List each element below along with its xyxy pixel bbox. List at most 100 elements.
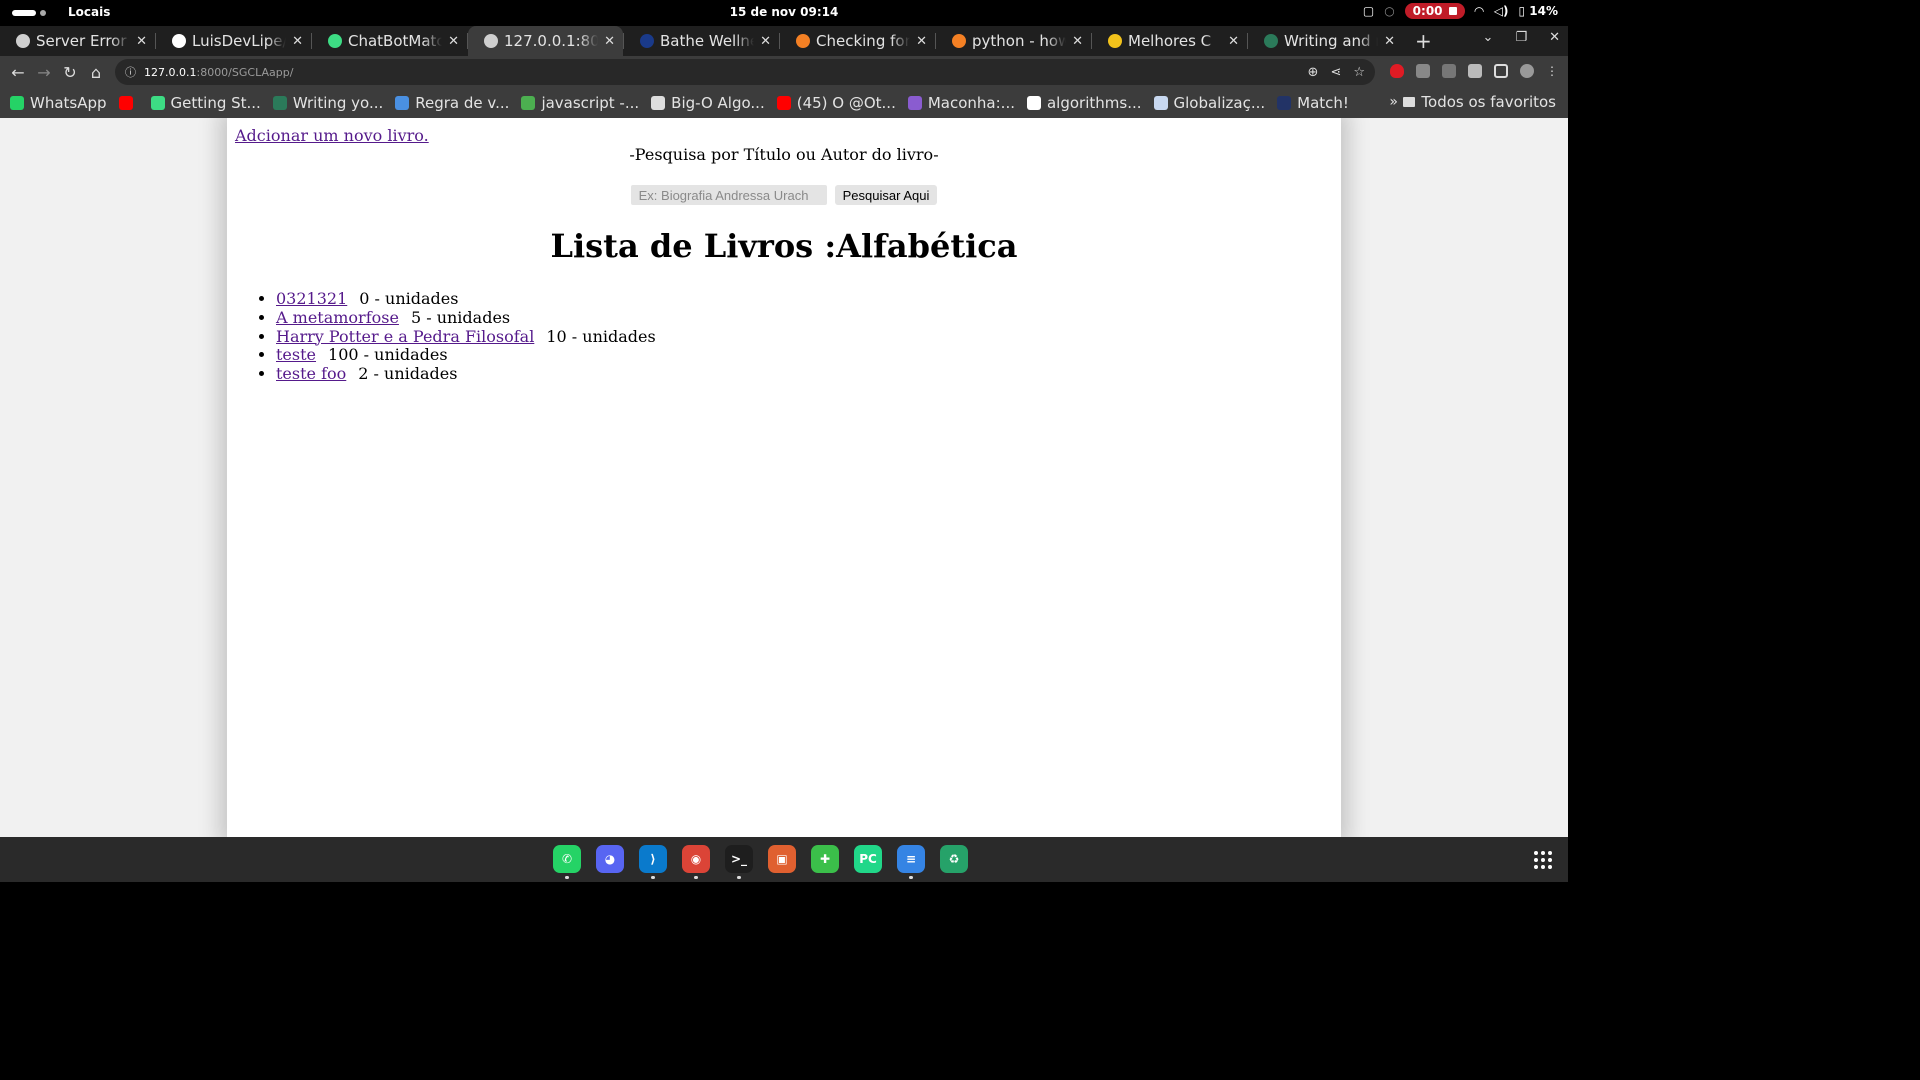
book-title-link[interactable]: Harry Potter e a Pedra Filosofal [276, 327, 534, 346]
close-tab-icon[interactable]: ✕ [136, 34, 147, 49]
activities-button[interactable] [12, 10, 46, 16]
book-title-link[interactable]: A metamorfose [276, 308, 399, 327]
browser-tab[interactable]: Melhores C ✕ [1092, 26, 1247, 56]
book-title-link[interactable]: teste [276, 345, 316, 364]
clock[interactable]: 15 de nov 09:14 [730, 5, 839, 19]
bookmark-star-icon[interactable]: ☆ [1353, 65, 1365, 80]
bookmark-item[interactable] [118, 96, 139, 110]
app-glyph-icon: ⟩ [650, 852, 656, 866]
browser-tab[interactable]: Server Error (5 ✕ [0, 26, 155, 56]
github-icon [172, 34, 186, 48]
bookmark-item[interactable]: Maconha:... [907, 94, 1015, 112]
places-menu[interactable]: Locais [68, 5, 110, 19]
book-title-link[interactable]: 0321321 [276, 289, 347, 308]
clipboard-icon[interactable]: ▢ [1363, 4, 1374, 18]
bookmark-item[interactable]: Regra de v... [395, 94, 509, 112]
show-apps-button[interactable] [1534, 851, 1552, 869]
address-bar[interactable]: ⓘ 127.0.0.1:8000/SGCLAapp/ ⊕ ⋖ ☆ [115, 59, 1375, 85]
back-icon[interactable]: ← [5, 63, 31, 82]
app-glyph-icon: PC [859, 852, 877, 866]
search-input[interactable] [630, 185, 827, 205]
close-tab-icon[interactable]: ✕ [916, 34, 927, 49]
bookmark-item[interactable]: (45) O @Ot... [776, 94, 896, 112]
terminal-app-icon[interactable]: >_ [725, 845, 753, 879]
browser-tab[interactable]: python - how t ✕ [936, 26, 1091, 56]
wifi-icon[interactable]: ◠ [1475, 4, 1484, 18]
discord-app-icon[interactable]: ◕ [596, 845, 624, 873]
add-book-link[interactable]: Adcionar um novo livro. [235, 126, 429, 145]
browser-tab[interactable]: ChatBotMatch ✕ [312, 26, 467, 56]
bookmark-label: WhatsApp [30, 94, 107, 112]
bookmark-label: Writing yo... [292, 94, 384, 112]
side-panel-icon[interactable] [1494, 64, 1508, 78]
bookmark-item[interactable]: Getting St... [150, 94, 261, 112]
bookmarks-overflow-button[interactable]: » [1389, 94, 1398, 110]
software-app-icon[interactable]: ▣ [768, 845, 796, 873]
text-editor-app-icon[interactable]: ≡ [897, 845, 925, 879]
bookmark-favicon-icon [150, 96, 165, 110]
pycharm-app-icon[interactable]: PC [854, 845, 882, 873]
page-heading: Lista de Livros :Alfabética [550, 227, 1018, 265]
chrome-app-icon[interactable]: ◉ [676, 839, 716, 879]
bookmark-item[interactable]: WhatsApp [10, 94, 107, 112]
close-tab-icon[interactable]: ✕ [292, 34, 303, 49]
extension-print-icon[interactable] [1442, 64, 1456, 78]
bookmark-item[interactable]: Writing yo... [272, 94, 384, 112]
book-list-item: Harry Potter e a Pedra Filosofal 10 - uni… [276, 326, 656, 347]
bookmark-item[interactable]: algorithms... [1026, 94, 1142, 112]
extension-red-icon[interactable] [1390, 64, 1404, 78]
extensions-app-icon[interactable]: ✚ [811, 845, 839, 873]
new-tab-button[interactable]: + [1403, 29, 1444, 53]
trash-app-icon[interactable]: ♻ [940, 845, 968, 873]
app-glyph-icon: >_ [730, 852, 748, 866]
home-icon[interactable]: ⌂ [83, 63, 109, 82]
bookmark-item[interactable]: Match! [1277, 94, 1349, 112]
vscode-app-icon[interactable]: ⟩ [639, 845, 667, 879]
browser-tab[interactable]: 127.0.0.1:8000 ✕ [468, 26, 623, 56]
browser-tab[interactable]: LuisDevLipe/S ✕ [156, 26, 311, 56]
stackoverflow-icon [796, 34, 810, 48]
close-tab-icon[interactable]: ✕ [1072, 34, 1083, 49]
restore-window-icon[interactable]: ❐ [1515, 30, 1527, 45]
zoom-icon[interactable]: ⊕ [1308, 65, 1319, 80]
close-tab-icon[interactable]: ✕ [604, 34, 615, 49]
browser-tab[interactable]: Checking for e ✕ [780, 26, 935, 56]
menu-kebab-icon[interactable]: ⋮ [1546, 64, 1558, 78]
folder-icon [1403, 97, 1416, 107]
page-viewport: Adcionar um novo livro. -Pesquisa por Tí… [0, 118, 1568, 837]
close-tab-icon[interactable]: ✕ [1384, 34, 1395, 49]
book-quantity: 10 - unidades [546, 326, 656, 346]
night-light-icon[interactable]: ○ [1384, 4, 1394, 18]
bookmark-favicon-icon [10, 96, 24, 110]
bookmark-item[interactable]: javascript -... [521, 94, 639, 112]
battery-indicator[interactable]: ▯ 14% [1518, 4, 1558, 18]
tab-search-icon[interactable]: ⌄ [1483, 30, 1494, 45]
extension-gray-icon[interactable] [1416, 64, 1430, 78]
reload-icon[interactable]: ↻ [57, 63, 83, 82]
bookmark-favicon-icon [521, 96, 536, 110]
browser-tab[interactable]: Bathe Wellnes ✕ [624, 26, 779, 56]
close-tab-icon[interactable]: ✕ [760, 34, 771, 49]
screen-recording-indicator[interactable]: 0:00 [1404, 3, 1465, 19]
extensions-puzzle-icon[interactable] [1468, 64, 1482, 78]
forward-icon[interactable]: → [31, 63, 57, 82]
bookmark-item[interactable]: Globalizaç... [1153, 94, 1265, 112]
close-window-icon[interactable]: ✕ [1549, 30, 1560, 45]
site-info-icon[interactable]: ⓘ [125, 64, 136, 80]
all-bookmarks-folder[interactable]: Todos os favoritos [1403, 93, 1556, 111]
browser-tab[interactable]: Writing and ru ✕ [1248, 26, 1403, 56]
share-icon[interactable]: ⋖ [1330, 65, 1341, 80]
medal-icon [1108, 34, 1122, 48]
volume-icon[interactable]: ◁) [1494, 4, 1509, 18]
close-tab-icon[interactable]: ✕ [448, 34, 459, 49]
globe-icon [16, 34, 30, 48]
site-icon [640, 34, 654, 48]
close-tab-icon[interactable]: ✕ [1228, 34, 1239, 49]
book-title-link[interactable]: teste foo [276, 364, 346, 383]
search-button[interactable]: Pesquisar Aqui [834, 185, 938, 205]
tab-title: Melhores C [1128, 32, 1212, 50]
profile-avatar[interactable] [1520, 64, 1534, 78]
book-list-item: teste foo 2 - unidades [276, 364, 656, 384]
whatsapp-app-icon[interactable]: ✆ [553, 845, 581, 879]
bookmark-item[interactable]: Big-O Algo... [651, 94, 765, 112]
